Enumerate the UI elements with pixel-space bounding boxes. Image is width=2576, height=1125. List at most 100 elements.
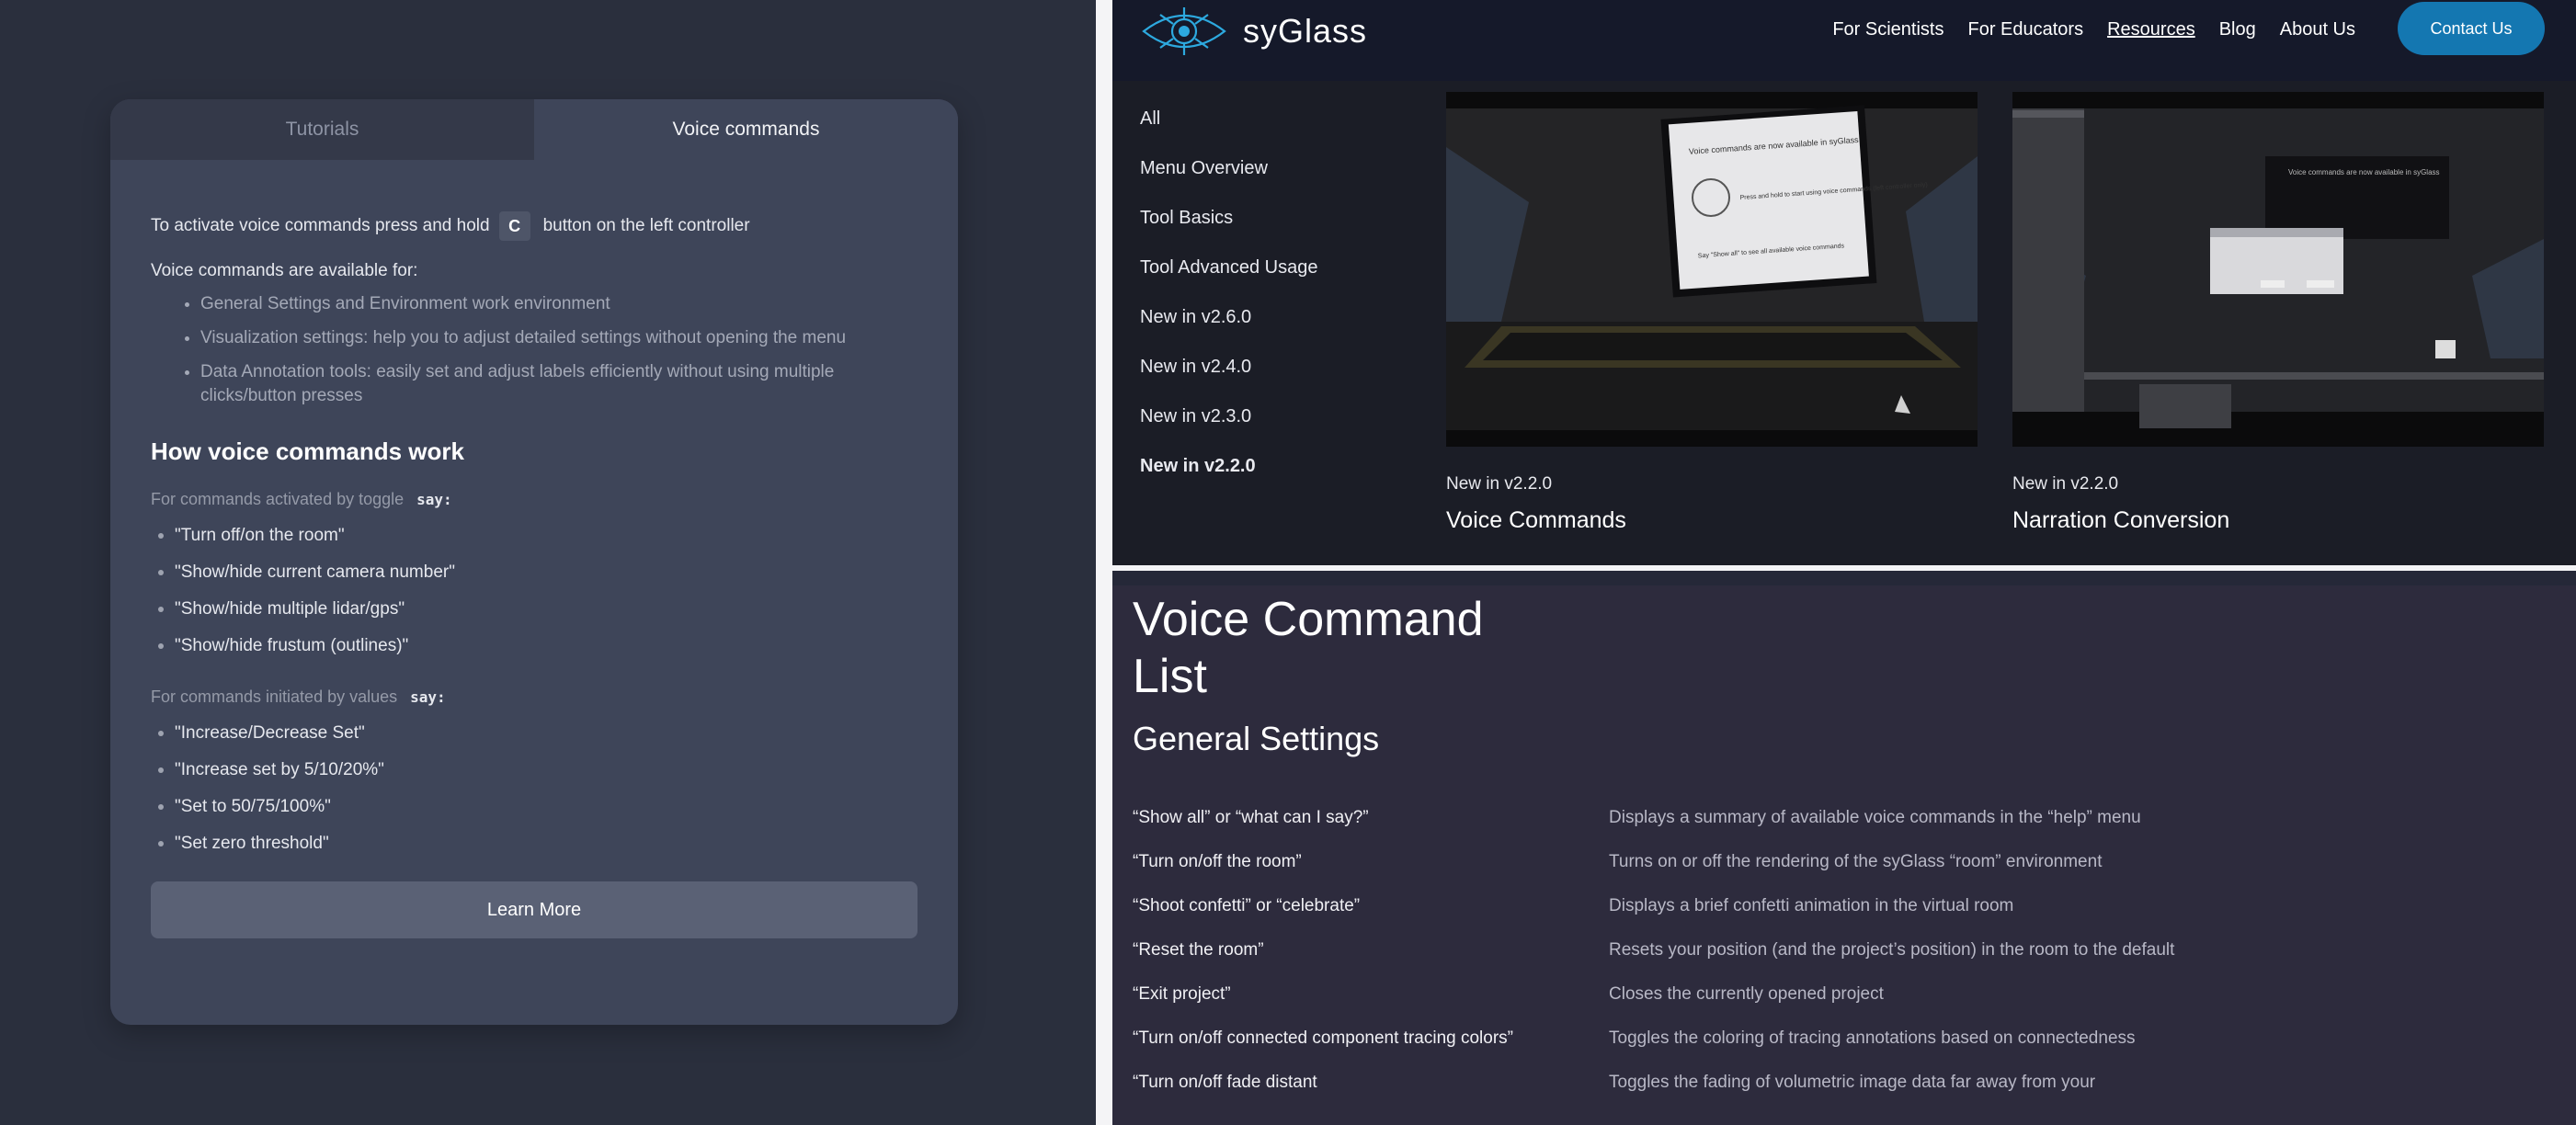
- bullet-icon: [158, 643, 164, 649]
- section-divider: [1112, 571, 2576, 585]
- nav-about-us[interactable]: About Us: [2280, 19, 2355, 40]
- voice-commands-card: Tutorials Voice commands To activate voi…: [110, 99, 958, 1025]
- video-thumbnail[interactable]: Voice commands are now available in syGl…: [2012, 92, 2544, 447]
- table-row: “Reset the room” Resets your position (a…: [1133, 938, 2567, 963]
- syglass-eye-logo-icon: [1142, 7, 1226, 55]
- site-navbar: syGlass For Scientists For Educators Res…: [1112, 0, 2576, 81]
- list-item: "Show/hide multiple lidar/gps": [151, 599, 918, 619]
- command-phrase: “Turn on/off the room”: [1133, 852, 1302, 871]
- list-item: "Set to 50/75/100%": [151, 797, 918, 817]
- bullet-icon: [158, 804, 164, 810]
- command-text: "Show/hide multiple lidar/gps": [175, 599, 405, 619]
- command-phrase: “Reset the room”: [1133, 940, 1264, 960]
- command-description: Displays a brief confetti animation in t…: [1609, 896, 2014, 915]
- side-item-menu-overview[interactable]: Menu Overview: [1140, 158, 1317, 208]
- general-settings-heading: General Settings: [1133, 720, 1380, 757]
- table-row: “Shoot confetti” or “celebrate” Displays…: [1133, 893, 2567, 919]
- voice-commands-panel: Tutorials Voice commands To activate voi…: [0, 0, 1096, 1125]
- table-row: “Turn on/off the room” Turns on or off t…: [1133, 849, 2567, 875]
- video-thumbnail[interactable]: Voice commands are now available in syGl…: [1446, 92, 1978, 447]
- toggle-commands-label: For commands activated by toggle say:: [151, 490, 918, 509]
- values-command-list: "Increase/Decrease Set" "Increase set by…: [151, 723, 918, 854]
- logo-wordmark: syGlass: [1243, 12, 1368, 50]
- side-item-tool-basics[interactable]: Tool Basics: [1140, 208, 1317, 257]
- toggle-command-list: "Turn off/on the room" "Show/hide curren…: [151, 526, 918, 656]
- video-title[interactable]: Voice Commands: [1446, 507, 1978, 534]
- say-code: say:: [416, 491, 452, 508]
- tab-bar: Tutorials Voice commands: [110, 99, 958, 160]
- bullet-icon: [158, 767, 164, 773]
- activate-suffix: button on the left controller: [542, 216, 750, 235]
- voice-command-list-title: Voice Command List: [1133, 593, 1484, 703]
- command-description: Toggles the coloring of tracing annotati…: [1609, 1028, 2136, 1048]
- side-item-v2-2-0[interactable]: New in v2.2.0: [1140, 456, 1317, 506]
- bullet-icon: [158, 533, 164, 539]
- video-version-label: New in v2.2.0: [2012, 474, 2119, 494]
- site-logo[interactable]: syGlass: [1140, 6, 1367, 57]
- command-description: Toggles the fading of volumetric image d…: [1609, 1073, 2096, 1092]
- side-item-v2-6-0[interactable]: New in v2.6.0: [1140, 307, 1317, 357]
- syglass-resources-page: syGlass For Scientists For Educators Res…: [1112, 0, 2576, 565]
- command-text: "Turn off/on the room": [175, 526, 345, 545]
- video-title[interactable]: Narration Conversion: [2012, 507, 2544, 534]
- command-description: Resets your position (and the project’s …: [1609, 940, 2175, 960]
- command-description: Turns on or off the rendering of the syG…: [1609, 852, 2103, 871]
- activate-instruction: To activate voice commands press and hol…: [151, 211, 918, 241]
- bullet-icon: [158, 841, 164, 847]
- values-label-text: For commands initiated by values: [151, 688, 398, 706]
- how-voice-commands-heading: How voice commands work: [151, 438, 464, 465]
- tab-tutorials[interactable]: Tutorials: [110, 99, 534, 160]
- card-body: To activate voice commands press and hol…: [110, 211, 958, 938]
- video-card-voice-commands[interactable]: Voice commands are now available in syGl…: [1446, 92, 1978, 534]
- controller-key-badge: C: [498, 211, 530, 241]
- table-row: “Turn on/off fade distant Toggles the fa…: [1133, 1070, 2567, 1096]
- table-row: “Exit project” Closes the currently open…: [1133, 982, 2567, 1007]
- available-list: General Settings and Environment work en…: [200, 292, 918, 408]
- resources-side-menu: All Menu Overview Tool Basics Tool Advan…: [1140, 108, 1317, 506]
- side-item-all[interactable]: All: [1140, 108, 1317, 158]
- toggle-label-text: For commands activated by toggle: [151, 490, 405, 508]
- list-item: "Show/hide current camera number": [151, 562, 918, 583]
- nav-resources[interactable]: Resources: [2107, 19, 2195, 40]
- list-item: "Set zero threshold": [151, 834, 918, 854]
- video-card-narration-conversion[interactable]: Voice commands are now available in syGl…: [2012, 92, 2544, 534]
- list-item: "Show/hide frustum (outlines)": [151, 636, 918, 656]
- vr-room-scene-image: Voice commands are now available in syGl…: [1446, 92, 1978, 447]
- command-phrase: “Exit project”: [1133, 984, 1231, 1004]
- side-item-tool-advanced-usage[interactable]: Tool Advanced Usage: [1140, 257, 1317, 307]
- command-phrase: “Turn on/off connected component tracing…: [1133, 1028, 1514, 1048]
- voice-command-list-page: Voice Command List General Settings “Sho…: [1112, 571, 2576, 1125]
- command-text: "Show/hide current camera number": [175, 562, 455, 582]
- available-item-text: Visualization settings: help you to adju…: [200, 328, 847, 347]
- command-text: "Set to 50/75/100%": [175, 797, 331, 816]
- command-table: “Show all” or “what can I say?” Displays…: [1133, 805, 2567, 1114]
- command-phrase: “Turn on/off fade distant: [1133, 1073, 1317, 1092]
- command-text: "Set zero threshold": [175, 834, 329, 853]
- list-item: "Turn off/on the room": [151, 526, 918, 546]
- command-text: "Increase/Decrease Set": [175, 723, 365, 743]
- contact-us-button[interactable]: Contact Us: [2398, 2, 2545, 55]
- table-row: “Turn on/off connected component tracing…: [1133, 1026, 2567, 1051]
- learn-more-button[interactable]: Learn More: [151, 881, 918, 938]
- table-row: “Show all” or “what can I say?” Displays…: [1133, 805, 2567, 831]
- command-phrase: “Show all” or “what can I say?”: [1133, 808, 1369, 827]
- tab-voice-commands[interactable]: Voice commands: [534, 99, 958, 160]
- available-item-text: General Settings and Environment work en…: [200, 294, 610, 313]
- list-item: Data Annotation tools: easily set and ad…: [200, 360, 918, 408]
- nav-for-educators[interactable]: For Educators: [1967, 19, 2083, 40]
- side-item-v2-3-0[interactable]: New in v2.3.0: [1140, 406, 1317, 456]
- video-version-label: New in v2.2.0: [1446, 474, 1553, 494]
- side-item-v2-4-0[interactable]: New in v2.4.0: [1140, 357, 1317, 406]
- list-item: "Increase set by 5/10/20%": [151, 760, 918, 780]
- command-text: "Show/hide frustum (outlines)": [175, 636, 409, 655]
- command-description: Displays a summary of available voice co…: [1609, 808, 2141, 827]
- nav-blog[interactable]: Blog: [2219, 19, 2256, 40]
- nav-for-scientists[interactable]: For Scientists: [1832, 19, 1943, 40]
- command-description: Closes the currently opened project: [1609, 984, 1884, 1004]
- activate-prefix: To activate voice commands press and hol…: [151, 216, 490, 235]
- desktop-app-scene-image: Voice commands are now available in syGl…: [2012, 92, 2544, 447]
- thumb-caption: Voice commands are now available in syGl…: [2288, 168, 2440, 176]
- say-code: say:: [410, 688, 446, 706]
- command-text: "Increase set by 5/10/20%": [175, 760, 384, 779]
- bullet-icon: [158, 731, 164, 736]
